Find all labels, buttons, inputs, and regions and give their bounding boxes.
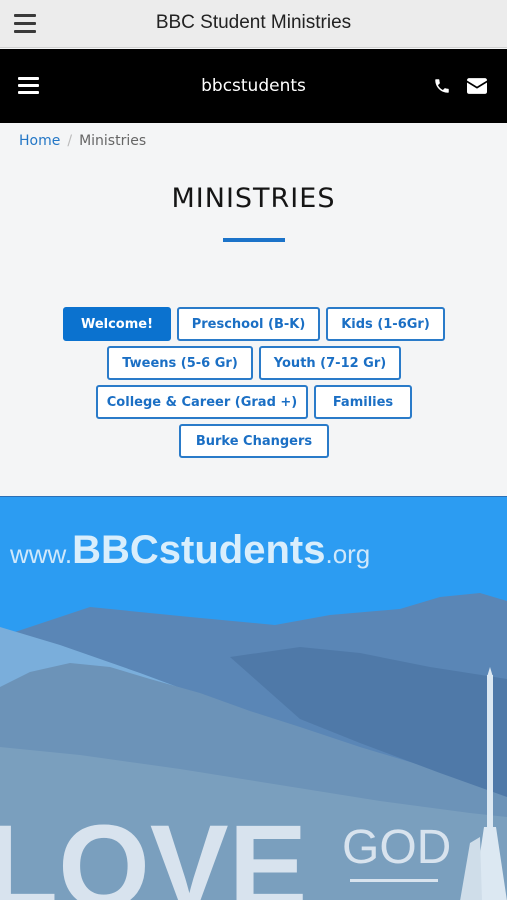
phone-icon[interactable] [433, 77, 451, 95]
ministry-button-families[interactable]: Families [314, 385, 412, 419]
title-underline [223, 238, 285, 242]
site-header: bbcstudents [0, 49, 507, 123]
ministry-button-preschool[interactable]: Preschool (B-K) [177, 307, 320, 341]
ministry-button-welcome[interactable]: Welcome! [63, 307, 171, 341]
breadcrumb-separator: / [67, 133, 73, 149]
banner-love-text: LOVE [0, 801, 307, 900]
site-brand[interactable]: bbcstudents [0, 49, 507, 123]
banner-url-main: BBCstudents [72, 528, 326, 572]
breadcrumb-home-link[interactable]: Home [19, 133, 60, 149]
breadcrumb: Home / Ministries [19, 133, 146, 149]
app-bar: BBC Student Ministries [0, 0, 507, 48]
breadcrumb-current: Ministries [79, 133, 147, 149]
banner-url-suffix: .org [325, 539, 371, 569]
app-title: BBC Student Ministries [155, 12, 352, 33]
banner-url-prefix: www. [10, 539, 73, 569]
ministry-button-youth[interactable]: Youth (7-12 Gr) [259, 346, 401, 380]
ministry-button-kids[interactable]: Kids (1-6Gr) [326, 307, 445, 341]
mail-icon[interactable] [467, 78, 487, 94]
banner-god-text: GOD [342, 821, 451, 874]
ministry-button-burke-changers[interactable]: Burke Changers [179, 424, 329, 458]
ministry-button-college-career[interactable]: College & Career (Grad +) [96, 385, 308, 419]
page-title: MINISTRIES [171, 183, 336, 214]
ministry-button-tweens[interactable]: Tweens (5-6 Gr) [107, 346, 253, 380]
banner-url-text: www.BBCstudents.org [10, 528, 370, 573]
